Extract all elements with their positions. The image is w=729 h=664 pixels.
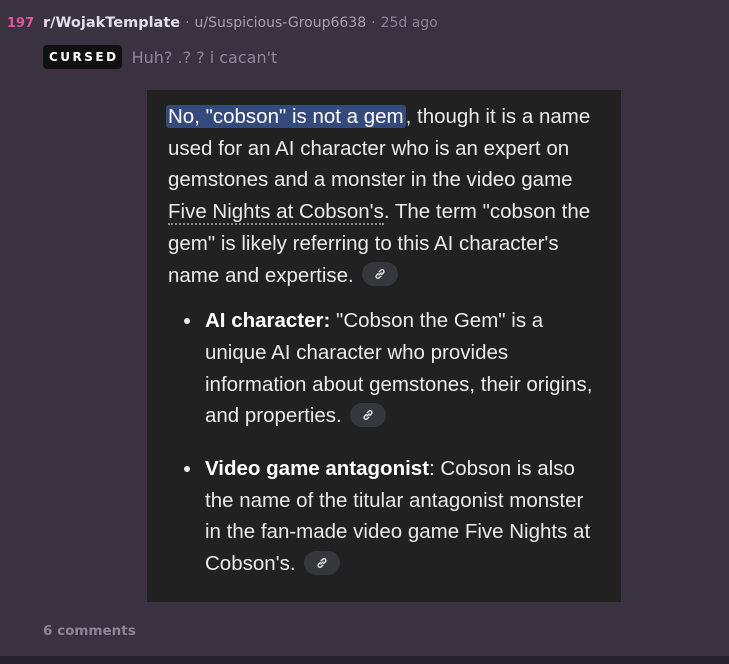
bullet-dot <box>184 466 190 473</box>
citation-button <box>349 402 386 427</box>
link-icon <box>375 269 385 280</box>
vote-score: 197 <box>7 15 35 31</box>
citation-button <box>303 550 340 575</box>
list-item: Video game antagonist: Cobson is also th… <box>184 453 603 580</box>
citation-button <box>361 262 398 287</box>
comments-link[interactable]: 6 comments <box>43 623 136 639</box>
post-card[interactable]: 197 r/WojakTemplate · u/Suspicious-Group… <box>0 0 729 656</box>
link-icon <box>363 409 373 420</box>
post-image[interactable]: No, "cobson" is not a gem, though it is … <box>147 90 621 602</box>
flair-badge[interactable]: CURSED <box>43 45 122 69</box>
divider <box>0 656 729 664</box>
bullet-term: AI character <box>205 309 324 333</box>
subreddit-link[interactable]: r/WojakTemplate <box>43 15 180 31</box>
game-link: Five Nights at Cobson's <box>168 200 384 226</box>
author-link[interactable]: u/Suspicious-Group6638 <box>195 15 367 31</box>
highlighted-text: No, "cobson" is not a gem <box>166 105 406 128</box>
bullet-term: Video game antagonist <box>205 457 430 481</box>
post-age: 25d ago <box>380 15 438 31</box>
meta-separator: · <box>371 15 376 31</box>
title-row: CURSED Huh? .? ? i cacan't <box>43 45 277 69</box>
bullet-dot <box>184 318 190 325</box>
answer-paragraph: No, "cobson" is not a gem, though it is … <box>166 101 603 291</box>
link-icon <box>316 557 327 568</box>
bullet-list: AI character: "Cobson the Gem" is a uniq… <box>168 305 603 580</box>
post-meta: 197 r/WojakTemplate · u/Suspicious-Group… <box>7 13 438 33</box>
list-item: AI character: "Cobson the Gem" is a uniq… <box>184 305 603 432</box>
meta-separator: · <box>185 15 190 31</box>
post-title[interactable]: Huh? .? ? i cacan't <box>132 48 278 67</box>
